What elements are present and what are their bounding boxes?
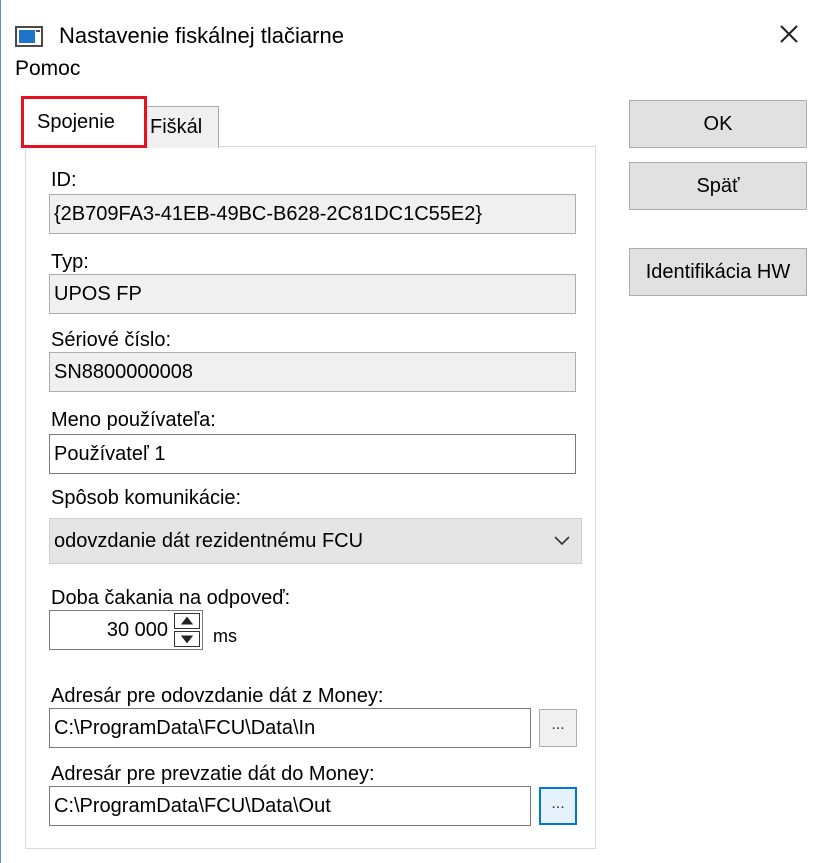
username-input[interactable]: Používateľ 1 — [49, 434, 576, 474]
ok-button[interactable]: OK — [629, 100, 807, 148]
type-label: Typ: — [51, 251, 89, 273]
out-dir-input[interactable]: C:\ProgramData\FCU\Data\In — [49, 708, 531, 748]
username-label: Meno používateľa: — [51, 409, 216, 431]
hw-identification-button[interactable]: Identifikácia HW — [629, 248, 807, 296]
in-dir-input[interactable]: C:\ProgramData\FCU\Data\Out — [49, 786, 531, 826]
comm-select-value: odovzdanie dát rezidentnému FCU — [54, 530, 364, 552]
spin-buttons — [174, 613, 200, 647]
comm-select[interactable]: odovzdanie dát rezidentnému FCU — [49, 518, 582, 564]
serial-label: Sériové číslo: — [51, 329, 172, 351]
id-label: ID: — [51, 169, 77, 191]
spin-down-icon[interactable] — [174, 631, 200, 647]
in-dir-browse-button[interactable]: ... — [539, 787, 577, 825]
serial-field: SN8800000008 — [49, 352, 576, 392]
timeout-value: 30 000 — [106, 619, 168, 641]
window-title: Nastavenie fiskálnej tlačiarne — [59, 23, 344, 48]
spin-up-icon[interactable] — [174, 613, 200, 629]
close-icon[interactable] — [771, 18, 807, 50]
timeout-unit: ms — [213, 626, 237, 646]
in-dir-label: Adresár pre prevzatie dát do Money: — [51, 763, 375, 785]
comm-label: Spôsob komunikácie: — [51, 487, 242, 509]
type-field: UPOS FP — [49, 274, 576, 314]
out-dir-browse-button[interactable]: ... — [539, 709, 577, 747]
menu-bar: Pomoc — [1, 52, 813, 88]
timeout-stepper[interactable]: 30 000 — [49, 610, 203, 650]
out-dir-label: Adresár pre odovzdanie dát z Money: — [51, 685, 384, 707]
tab-connection[interactable]: Spojenie — [21, 96, 147, 148]
id-field: {2B709FA3-41EB-49BC-B628-2C81DC1C55E2} — [49, 194, 576, 234]
menu-item-help[interactable]: Pomoc — [13, 56, 82, 82]
title-bar: Nastavenie fiskálnej tlačiarne — [1, 0, 813, 52]
printer-window-icon — [15, 26, 43, 47]
tab-fiscal[interactable]: Fiškál — [145, 106, 219, 148]
chevron-down-icon — [554, 536, 570, 546]
back-button[interactable]: Späť — [629, 162, 807, 210]
timeout-label: Doba čakania na odpoveď: — [51, 587, 291, 609]
dialog-window: Nastavenie fiskálnej tlačiarne Pomoc Spo… — [0, 0, 813, 863]
